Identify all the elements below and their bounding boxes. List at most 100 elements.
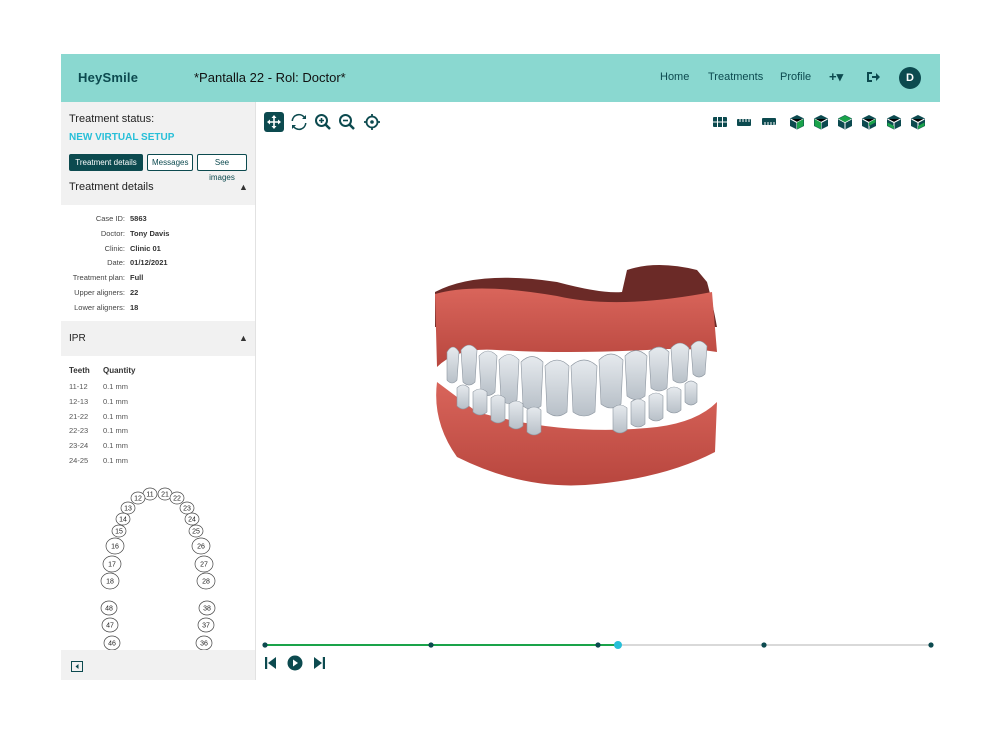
tooth-label: 18: [106, 579, 114, 586]
stage-marker[interactable]: [428, 642, 434, 648]
ipr-row: 12-13 0.1 mm: [61, 397, 255, 410]
tooth-label: 48: [105, 606, 113, 613]
tooth-17[interactable]: 17: [102, 555, 122, 573]
tooth-label: 16: [111, 544, 119, 551]
ipr-quantity: 0.1 mm: [103, 441, 129, 450]
zoom-in-icon[interactable]: [313, 112, 333, 132]
collapse-details-icon[interactable]: ▲: [239, 182, 248, 192]
stage-marker[interactable]: [761, 642, 767, 648]
tooth-label: 47: [106, 623, 114, 630]
tooth-label: 27: [200, 562, 208, 569]
tooth-12[interactable]: 12: [130, 491, 146, 505]
ipr-row: 11-12 0.1 mm: [61, 382, 255, 395]
tooth-23[interactable]: 23: [179, 501, 195, 515]
detail-key: Clinic:: [104, 244, 125, 253]
rotate-icon[interactable]: [289, 112, 309, 132]
tooth-46[interactable]: 46: [103, 635, 121, 650]
ipr-teeth: 22-23: [69, 426, 89, 435]
tooth-36[interactable]: 36: [195, 635, 213, 650]
ipr-teeth: 23-24: [69, 441, 89, 450]
stage-timeline[interactable]: [257, 639, 940, 651]
tooth-label: 46: [108, 641, 116, 648]
collapse-sidebar-icon[interactable]: [71, 659, 83, 672]
detail-key: Lower aligners:: [74, 303, 125, 312]
ipr-teeth: 11-12: [69, 382, 88, 391]
tooth-24[interactable]: 24: [184, 512, 200, 526]
ipr-heading: IPR: [69, 333, 86, 344]
tooth-47[interactable]: 47: [101, 617, 119, 633]
page-title: *Pantalla 22 - Rol: Doctor*: [194, 70, 346, 85]
cube-front-icon[interactable]: [787, 112, 807, 132]
stage-marker[interactable]: [928, 642, 934, 648]
ipr-column-quantity: Quantity: [103, 366, 136, 375]
nav-profile-link[interactable]: Profile: [780, 71, 811, 83]
tooth-label: 12: [134, 496, 142, 503]
detail-key: Case ID:: [95, 214, 125, 223]
sidebar-footer: [61, 650, 255, 680]
detail-value: 01/12/2021: [130, 258, 168, 267]
tooth-label: 26: [197, 544, 205, 551]
tooth-25[interactable]: 25: [188, 524, 204, 538]
cube-left-icon[interactable]: [835, 112, 855, 132]
play-icon[interactable]: [287, 655, 303, 671]
ipr-row: 23-24 0.1 mm: [61, 441, 255, 454]
nav-treatments-link[interactable]: Treatments: [708, 71, 763, 83]
treatment-details-button[interactable]: Treatment details: [69, 154, 143, 171]
detail-row-doctor: Doctor: Tony Davis: [61, 229, 255, 243]
tooth-label: 38: [203, 606, 211, 613]
center-icon[interactable]: [362, 112, 382, 132]
ipr-column-teeth: Teeth: [69, 366, 90, 375]
cube-top-icon[interactable]: [884, 112, 904, 132]
tooth-label: 15: [115, 529, 123, 536]
detail-value: 5863: [130, 214, 147, 223]
stage-marker[interactable]: [262, 642, 268, 648]
tooth-label: 14: [119, 517, 127, 524]
ipr-row: 21-22 0.1 mm: [61, 412, 255, 425]
treatment-status-value: NEW VIRTUAL SETUP: [69, 132, 175, 143]
zoom-out-icon[interactable]: [337, 112, 357, 132]
ipr-teeth: 12-13: [69, 397, 89, 406]
move-icon[interactable]: [264, 112, 284, 132]
tooth-48[interactable]: 48: [100, 600, 118, 616]
tooth-27[interactable]: 27: [194, 555, 214, 573]
tooth-label: 22: [173, 496, 181, 503]
detail-value: 18: [130, 303, 139, 312]
add-menu-button[interactable]: +▾: [829, 69, 843, 85]
tooth-38[interactable]: 38: [198, 600, 216, 616]
top-bar: HeySmile *Pantalla 22 - Rol: Doctor* Hom…: [61, 54, 940, 102]
skip-forward-icon[interactable]: [311, 655, 327, 671]
ipr-quantity: 0.1 mm: [103, 397, 129, 406]
tooth-label: 17: [108, 562, 116, 569]
detail-row-date: Date: 01/12/2021: [61, 258, 255, 272]
dental-model-3d[interactable]: [417, 252, 717, 492]
skip-back-icon[interactable]: [263, 655, 279, 671]
tooth-37[interactable]: 37: [197, 617, 215, 633]
tooth-16[interactable]: 16: [105, 537, 125, 555]
see-images-button[interactable]: See images: [197, 154, 247, 182]
model-viewer: [257, 102, 940, 680]
tooth-26[interactable]: 26: [191, 537, 211, 555]
messages-button[interactable]: Messages: [147, 154, 193, 171]
cube-bottom-icon[interactable]: [908, 112, 928, 132]
avatar[interactable]: D: [899, 67, 921, 89]
tooth-13[interactable]: 13: [120, 501, 136, 515]
tooth-14[interactable]: 14: [115, 512, 131, 526]
tooth-22[interactable]: 22: [169, 491, 185, 505]
logout-icon[interactable]: [865, 69, 881, 85]
cube-right-icon[interactable]: [859, 112, 879, 132]
tooth-15[interactable]: 15: [111, 524, 127, 538]
timeline-handle[interactable]: [613, 641, 622, 649]
stage-marker[interactable]: [595, 642, 601, 648]
lower-ruler-icon[interactable]: [759, 112, 779, 132]
tooth-28[interactable]: 28: [196, 572, 216, 590]
upper-ruler-icon[interactable]: [734, 112, 754, 132]
tooth-18[interactable]: 18: [100, 572, 120, 590]
tooth-label: 23: [183, 506, 191, 513]
collapse-ipr-icon[interactable]: ▲: [239, 333, 248, 343]
grid-view-icon[interactable]: [710, 112, 730, 132]
ipr-quantity: 0.1 mm: [103, 426, 129, 435]
treatment-status-label: Treatment status:: [69, 113, 155, 125]
detail-key: Doctor:: [100, 229, 125, 238]
nav-home-link[interactable]: Home: [660, 71, 689, 83]
cube-back-icon[interactable]: [811, 112, 831, 132]
